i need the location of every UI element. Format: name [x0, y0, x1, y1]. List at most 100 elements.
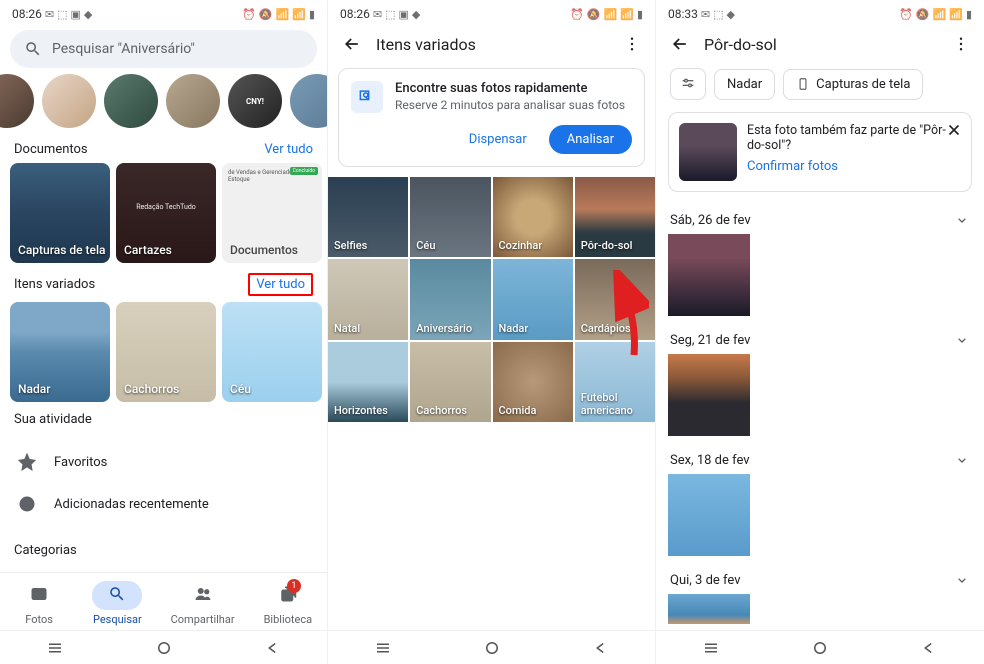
date-header[interactable]: Qui, 3 de fev — [656, 562, 984, 594]
tile-cardapios[interactable]: Cardápios — [575, 259, 655, 339]
back-arrow-icon[interactable] — [342, 34, 362, 54]
nav-biblioteca[interactable]: 1 Biblioteca — [263, 581, 313, 626]
nav-recents[interactable] — [700, 637, 722, 659]
date-header[interactable]: Sex, 18 de fev — [656, 442, 984, 474]
tile-cartazes[interactable]: Redação TechTudoCartazes — [116, 163, 216, 263]
avatar[interactable] — [0, 74, 34, 128]
people-icon — [194, 585, 212, 603]
ver-tudo-itens[interactable]: Ver tudo — [248, 273, 313, 296]
people-avatars: CNY! — [0, 74, 327, 132]
bottom-nav: Fotos Pesquisar Compartilhar 1 Bibliotec… — [0, 572, 327, 630]
dispensar-button[interactable]: Dispensar — [455, 125, 541, 154]
screen-search: 08:26 ✉⬚▣◆ ⏰🔕📶📶▮ Pesquisar "Aniversário"… — [0, 0, 328, 664]
star-icon — [18, 453, 36, 471]
avatar[interactable] — [104, 74, 158, 128]
analisar-button[interactable]: Analisar — [549, 125, 632, 154]
status-time: 08:33 — [668, 7, 698, 21]
tile-natal[interactable]: Natal — [328, 259, 408, 339]
page-title: Pôr-do-sol — [704, 35, 938, 54]
item-adicionadas-recentemente[interactable]: Adicionadas recentemente — [0, 483, 327, 525]
category-grid: Selfies Céu Cozinhar Pôr-do-sol Natal An… — [328, 177, 655, 422]
avatar[interactable] — [42, 74, 96, 128]
clock-icon — [18, 495, 36, 513]
nav-back[interactable] — [918, 637, 940, 659]
nav-back[interactable] — [590, 637, 612, 659]
badge: 1 — [287, 579, 301, 593]
nav-home[interactable] — [153, 637, 175, 659]
tile-cozinhar[interactable]: Cozinhar — [493, 177, 573, 257]
confirmar-fotos-link[interactable]: Confirmar fotos — [747, 159, 961, 174]
back-arrow-icon[interactable] — [670, 34, 690, 54]
date-header[interactable]: Sáb, 26 de fev — [656, 202, 984, 234]
chevron-down-icon — [954, 452, 970, 468]
search-placeholder: Pesquisar "Aniversário" — [52, 41, 195, 57]
search-bar[interactable]: Pesquisar "Aniversário" — [10, 30, 317, 68]
phone-icon — [796, 77, 810, 91]
ver-tudo-documentos[interactable]: Ver tudo — [264, 142, 313, 157]
search-icon — [108, 585, 126, 603]
page-title: Itens variados — [376, 35, 609, 54]
confirm-text: Esta foto também faz parte de "Pôr-do-so… — [747, 123, 946, 153]
more-icon[interactable] — [952, 35, 970, 53]
screen-por-do-sol: 08:33✉⬚◆ ⏰🔕📶📶▮ Pôr-do-sol Nadar Capturas… — [656, 0, 984, 664]
photo-thumbnail[interactable] — [668, 354, 750, 436]
filter-button[interactable] — [670, 68, 706, 100]
nav-home[interactable] — [809, 637, 831, 659]
search-photos-icon — [351, 81, 383, 113]
tile-horizontes[interactable]: Horizontes — [328, 342, 408, 422]
chip-nadar[interactable]: Nadar — [714, 69, 775, 100]
tile-cachorros[interactable]: Cachorros — [116, 302, 216, 402]
chevron-down-icon — [954, 332, 970, 348]
item-favoritos[interactable]: Favoritos — [0, 441, 327, 483]
date-header[interactable]: Seg, 21 de fev — [656, 322, 984, 354]
tile-por-do-sol[interactable]: Pôr-do-sol — [575, 177, 655, 257]
status-bar: 08:26 ✉⬚▣◆ ⏰🔕📶📶▮ — [0, 0, 327, 24]
tile-capturas-de-tela[interactable]: Capturas de tela — [10, 163, 110, 263]
chevron-down-icon — [954, 212, 970, 228]
photo-icon — [30, 585, 48, 603]
chip-capturas-de-tela[interactable]: Capturas de tela — [783, 69, 923, 100]
avatar[interactable] — [166, 74, 220, 128]
tile-nadar[interactable]: Nadar — [493, 259, 573, 339]
tile-nadar[interactable]: Nadar — [10, 302, 110, 402]
tile-selfies[interactable]: Selfies — [328, 177, 408, 257]
filter-icon — [680, 76, 696, 92]
tile-comida[interactable]: Comida — [493, 342, 573, 422]
nav-compartilhar[interactable]: Compartilhar — [171, 581, 235, 626]
status-time: 08:26 — [12, 7, 42, 21]
section-categorias: Categorias — [14, 543, 77, 558]
photo-thumbnail[interactable] — [668, 234, 750, 316]
nav-fotos[interactable]: Fotos — [14, 581, 64, 626]
tile-ceu[interactable]: Céu — [410, 177, 490, 257]
photo-thumbnail[interactable] — [668, 474, 750, 556]
system-nav — [656, 630, 984, 664]
confirm-photos-card: Esta foto também faz parte de "Pôr-do-so… — [668, 112, 972, 192]
confirm-thumbnail[interactable] — [679, 123, 737, 181]
tile-cachorros[interactable]: Cachorros — [410, 342, 490, 422]
nav-back[interactable] — [262, 637, 284, 659]
nav-pesquisar[interactable]: Pesquisar — [92, 581, 142, 626]
close-icon[interactable] — [945, 121, 963, 139]
nav-home[interactable] — [481, 637, 503, 659]
avatar[interactable]: CNY! — [228, 74, 282, 128]
tile-ceu[interactable]: Céu — [222, 302, 322, 402]
photo-thumbnail[interactable] — [668, 594, 750, 624]
status-time: 08:26 — [340, 7, 370, 21]
banner-sub: Reserve 2 minutos para analisar suas fot… — [395, 98, 625, 112]
section-documentos: Documentos — [14, 142, 88, 157]
banner-heading: Encontre suas fotos rapidamente — [395, 81, 625, 96]
search-icon — [24, 40, 42, 58]
status-bar: 08:26✉⬚▣◆ ⏰🔕📶📶▮ — [328, 0, 655, 24]
nav-recents[interactable] — [372, 637, 394, 659]
analyze-banner: Encontre suas fotos rapidamente Reserve … — [338, 68, 645, 167]
tile-documentos[interactable]: Concluído de Vendas e Gerenciador de Est… — [222, 163, 322, 263]
nav-recents[interactable] — [44, 637, 66, 659]
system-nav — [0, 630, 327, 664]
more-icon[interactable] — [623, 35, 641, 53]
tile-futebol-americano[interactable]: Futebol americano — [575, 342, 655, 422]
system-nav — [328, 630, 655, 664]
section-sua-atividade: Sua atividade — [14, 412, 92, 427]
tile-aniversario[interactable]: Aniversário — [410, 259, 490, 339]
status-bar: 08:33✉⬚◆ ⏰🔕📶📶▮ — [656, 0, 984, 24]
avatar[interactable] — [290, 74, 327, 128]
